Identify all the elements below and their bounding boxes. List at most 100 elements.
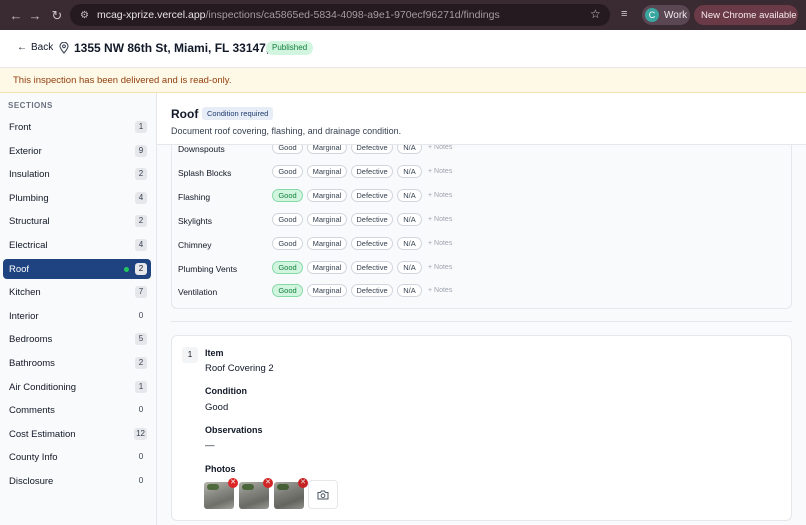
add-notes-link[interactable]: + Notes: [428, 192, 452, 199]
condition-defective-button[interactable]: Defective: [351, 284, 393, 298]
sidebar-item-kitchen[interactable]: Kitchen 7: [3, 282, 151, 302]
sidebar-item-air-conditioning[interactable]: Air Conditioning 1: [3, 377, 151, 397]
sidebar-item-label: County Info: [9, 452, 58, 464]
condition-good-button[interactable]: Good: [272, 164, 303, 178]
sidebar-item-count: 5: [135, 333, 147, 346]
add-notes-link[interactable]: + Notes: [428, 168, 452, 175]
photo-thumbnail[interactable]: ✕: [204, 478, 238, 509]
condition-marginal-button[interactable]: Marginal: [307, 145, 347, 154]
sidebar-item-count: 4: [135, 239, 147, 251]
sidebar-item-count: 2: [135, 168, 147, 181]
checklist-row: Flashing Good Marginal Defective N/A + Notes: [172, 186, 791, 206]
condition-marginal-button[interactable]: Marginal: [307, 188, 347, 202]
sidebar-item-label: Interior: [9, 310, 39, 322]
sidebar-item-count: 1: [135, 121, 147, 133]
photo-thumbnail[interactable]: ✕: [239, 478, 273, 509]
add-notes-link[interactable]: + Notes: [428, 287, 452, 294]
sidebar-item-bedrooms[interactable]: Bedrooms 5: [3, 329, 151, 349]
sidebar-item-electrical[interactable]: Electrical 4: [3, 235, 151, 255]
condition-good-button[interactable]: Good: [272, 188, 303, 202]
checklist-row: Skylights Good Marginal Defective N/A + Notes: [172, 210, 791, 230]
condition-defective-button[interactable]: Defective: [351, 260, 393, 274]
checklist-row: Plumbing Vents Good Marginal Defective N/A + …: [172, 258, 791, 278]
condition-good-button[interactable]: Good: [272, 145, 303, 154]
condition-defective-button[interactable]: Defective: [351, 164, 393, 178]
checklist-item-label: Downspouts: [178, 145, 225, 154]
map-pin-icon: [59, 42, 69, 54]
condition-na-button[interactable]: N/A: [397, 212, 422, 226]
sidebar-title: SECTIONS: [8, 101, 53, 110]
sidebar-item-label: Insulation: [9, 169, 50, 181]
sidebar-item-roof[interactable]: Roof 2: [3, 258, 151, 279]
tab-search-icon[interactable]: ≡: [621, 8, 627, 20]
bookmark-star-icon[interactable]: ☆: [590, 7, 601, 21]
photo-thumbnail[interactable]: ✕: [274, 478, 308, 509]
sidebar-item-label: Roof: [9, 263, 30, 275]
condition-marginal-button[interactable]: Marginal: [307, 284, 347, 298]
sidebar-item-plumbing[interactable]: Plumbing 4: [3, 188, 151, 208]
sidebar-item-count: 2: [135, 262, 147, 275]
checklist-row: Chimney Good Marginal Defective N/A + Notes: [172, 234, 791, 254]
sidebar-item-structural[interactable]: Structural 2: [3, 211, 151, 231]
remove-photo-icon[interactable]: ✕: [263, 478, 273, 488]
sidebar-item-cost-estimation[interactable]: Cost Estimation 12: [3, 424, 151, 444]
checklist-item-label: Splash Blocks: [178, 167, 232, 178]
profile-button[interactable]: C Work: [642, 5, 690, 25]
condition-na-button[interactable]: N/A: [397, 188, 422, 202]
sidebar-item-comments[interactable]: Comments 0: [3, 400, 151, 420]
condition-defective-button[interactable]: Defective: [351, 236, 393, 250]
condition-good-button[interactable]: Good: [272, 236, 303, 250]
checklist-row: Ventilation Good Marginal Defective N/A + Not…: [172, 281, 791, 301]
address-bar[interactable]: ⚙ mcag-xprize.vercel.app/inspections/ca5…: [70, 4, 610, 26]
condition-good-button[interactable]: Good: [272, 284, 303, 298]
forward-arrow-icon[interactable]: →: [23, 8, 47, 23]
sidebar-item-interior[interactable]: Interior 0: [3, 306, 151, 326]
condition-marginal-button[interactable]: Marginal: [307, 236, 347, 250]
condition-na-button[interactable]: N/A: [397, 284, 422, 298]
sidebar-item-count: 4: [135, 191, 147, 204]
sidebar-item-count: 1: [135, 380, 147, 393]
condition-value: Good: [205, 402, 229, 413]
condition-marginal-button[interactable]: Marginal: [307, 164, 347, 178]
add-notes-link[interactable]: + Notes: [428, 216, 452, 223]
condition-marginal-button[interactable]: Marginal: [307, 212, 347, 226]
sidebar-item-label: Front: [9, 122, 32, 133]
condition-na-button[interactable]: N/A: [397, 164, 422, 178]
back-button[interactable]: ← Back: [17, 42, 53, 53]
condition-defective-button[interactable]: Defective: [351, 212, 393, 226]
chrome-update-button[interactable]: New Chrome available ⋮: [694, 5, 806, 25]
sidebar-item-label: Comments: [9, 405, 55, 417]
condition-defective-button[interactable]: Defective: [351, 145, 393, 154]
condition-defective-button[interactable]: Defective: [351, 188, 393, 202]
condition-label: Condition: [205, 386, 247, 396]
sidebar-item-label: Cost Estimation: [9, 428, 76, 440]
add-notes-link[interactable]: + Notes: [428, 264, 452, 271]
condition-na-button[interactable]: N/A: [397, 236, 422, 250]
site-settings-icon[interactable]: ⚙: [80, 10, 89, 21]
add-notes-link[interactable]: + Notes: [428, 145, 452, 151]
condition-na-button[interactable]: N/A: [397, 260, 422, 274]
sidebar-item-bathrooms[interactable]: Bathrooms 2: [3, 353, 151, 373]
sidebar-item-insulation[interactable]: Insulation 2: [3, 164, 151, 184]
sidebar-item-county-info[interactable]: County Info 0: [3, 447, 151, 467]
condition-na-button[interactable]: N/A: [397, 145, 422, 154]
add-notes-link[interactable]: + Notes: [428, 240, 452, 247]
condition-good-button[interactable]: Good: [272, 260, 303, 274]
checklist-item-label: Plumbing Vents: [178, 263, 238, 274]
condition-marginal-button[interactable]: Marginal: [307, 260, 347, 274]
reload-icon[interactable]: ↻: [45, 8, 69, 24]
remove-photo-icon[interactable]: ✕: [228, 478, 238, 488]
sidebar-item-disclosure[interactable]: Disclosure 0: [3, 471, 151, 491]
sidebar-item-label: Kitchen: [9, 287, 41, 299]
sidebar-item-front[interactable]: Front 1: [3, 117, 151, 137]
sidebar-item-label: Structural: [9, 216, 50, 228]
main-content: Roof Condition required Document roof co…: [157, 93, 806, 525]
add-photo-button[interactable]: [308, 480, 338, 509]
checklist-item-label: Chimney: [178, 239, 212, 250]
profile-avatar: C: [645, 8, 659, 22]
section-header: Roof Condition required Document roof co…: [157, 93, 806, 145]
sidebar-item-exterior[interactable]: Exterior 9: [3, 141, 151, 161]
sidebar-item-label: Electrical: [9, 240, 48, 251]
remove-photo-icon[interactable]: ✕: [298, 478, 308, 488]
condition-good-button[interactable]: Good: [272, 212, 303, 226]
